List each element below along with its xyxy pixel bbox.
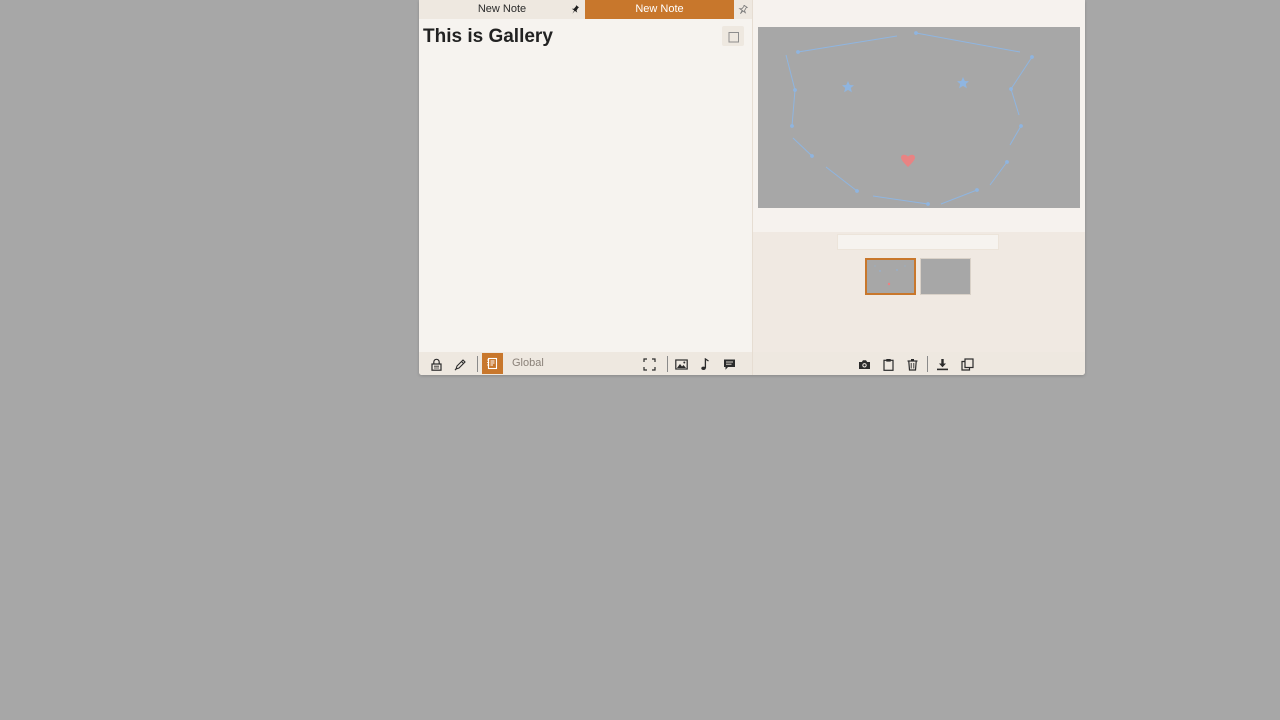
gallery-main-image[interactable]: [758, 27, 1080, 208]
gallery-toolbar: [753, 352, 1085, 375]
camera-icon[interactable]: [856, 356, 872, 372]
notes-app-window: New Note New Note This is Gallery Global: [419, 0, 1085, 375]
copy-icon[interactable]: [959, 356, 975, 372]
pin-icon[interactable]: [734, 0, 752, 19]
trash-icon[interactable]: [904, 356, 920, 372]
note-panel: New Note New Note This is Gallery Global: [419, 0, 753, 375]
gallery-thumbnail-2[interactable]: [920, 258, 971, 295]
toolbar-divider: [667, 356, 668, 372]
toolbar-divider: [927, 356, 928, 372]
toolbar-divider: [477, 356, 478, 372]
clipboard-icon[interactable]: [880, 356, 896, 372]
tab-label: New Note: [477, 3, 527, 15]
gallery-thumbnail-1[interactable]: [865, 258, 916, 295]
tab-label: New Note: [635, 3, 684, 15]
music-note-icon[interactable]: [697, 356, 713, 372]
notebook-icon[interactable]: [482, 353, 503, 374]
comment-icon[interactable]: [721, 356, 737, 372]
expand-icon[interactable]: [722, 26, 744, 46]
lock-icon[interactable]: [428, 356, 444, 372]
gallery-viewer: [753, 0, 1085, 232]
note-title[interactable]: This is Gallery: [423, 26, 553, 48]
pin-icon[interactable]: [567, 0, 583, 19]
fullscreen-icon[interactable]: [641, 356, 657, 372]
download-icon[interactable]: [934, 356, 950, 372]
caption-input[interactable]: [837, 234, 999, 250]
note-toolbar: Global: [419, 352, 752, 375]
tab-new-note-2[interactable]: New Note: [585, 0, 734, 19]
tab-new-note-1[interactable]: New Note: [419, 0, 585, 19]
tab-bar: New Note New Note: [419, 0, 752, 19]
scope-label[interactable]: Global: [512, 357, 544, 369]
gallery-panel: [753, 0, 1085, 375]
pen-icon[interactable]: [452, 356, 468, 372]
image-icon[interactable]: [673, 356, 689, 372]
